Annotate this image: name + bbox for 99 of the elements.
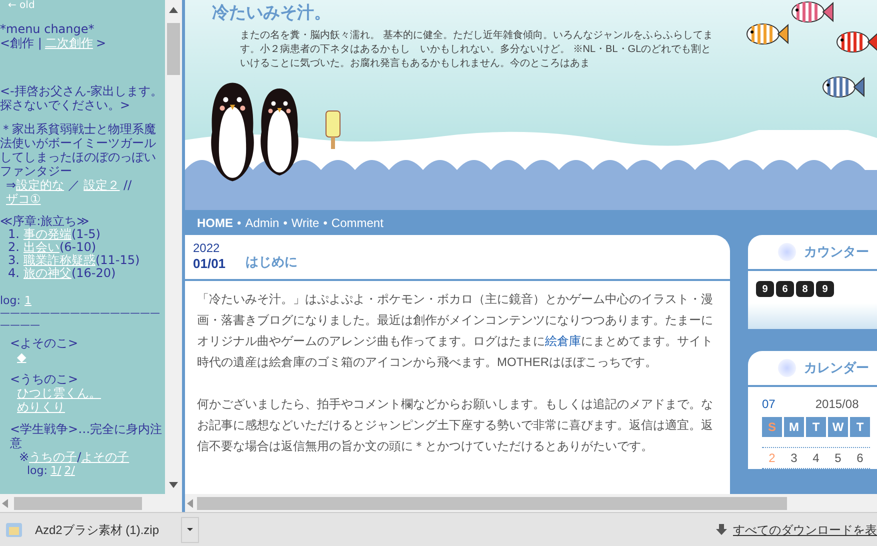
post-paragraph: 「冷たいみそ汁。」はぷよぷよ・ポケモン・ボカロ（主に鏡音）とかゲーム中心のイラスト・漫画・落書きブログになりました。最近は創作がメインコンテンツになりつつあります。たまーにオリジナル曲やゲームのアレンジ曲も作ってます。ログはたまに絵倉庫にまとめてます。サイト時代の遺産は絵倉庫のゴミ箱のアイコンから飛べます。MOTHERはほぼこっちです。 xyxy=(197,291,714,371)
calendar-month: 2015/08 xyxy=(815,396,859,413)
scrollbar-thumb[interactable] xyxy=(167,23,180,75)
card-title: カレンダー xyxy=(804,359,869,378)
vertical-scrollbar[interactable] xyxy=(165,0,182,494)
counter-digit: 9 xyxy=(816,281,834,297)
character-link[interactable]: うちの子 xyxy=(29,450,78,464)
horizontal-scrollbar[interactable] xyxy=(0,494,182,512)
nav-separator: • xyxy=(283,214,288,232)
blog-title[interactable]: 冷たいみそ汁。 xyxy=(212,1,877,25)
post-paragraph: 何かございましたら、拍手やコメント欄などからお願いします。もしくは追記のメアドまで。なお記事に感想などいただけるとジャンピング土下座する勢いで非常に喜びます。返信は適宜。返信不要な場合は返信無用の旨か文の頭に＊とかつけていただけるとありがたいです。 xyxy=(197,396,714,455)
log-link[interactable]: 1 xyxy=(24,294,32,308)
nav-link[interactable]: Comment xyxy=(331,214,384,232)
fish-drawing xyxy=(835,30,877,54)
log-link[interactable]: 1/ xyxy=(50,464,62,478)
bubble-icon xyxy=(778,243,796,261)
nav-link[interactable]: Write xyxy=(291,214,320,232)
episode-range: (1-5) xyxy=(71,228,100,241)
episode-number: 4. xyxy=(8,267,20,280)
episode-range: (11-15) xyxy=(95,254,140,267)
nav-link[interactable]: HOME xyxy=(197,214,233,232)
counter-digit: 8 xyxy=(796,281,814,297)
weekday-label: W xyxy=(832,419,844,436)
calendar-day[interactable]: 6 xyxy=(850,450,870,466)
fish-drawing xyxy=(821,75,865,99)
nav-separator: • xyxy=(237,214,242,232)
download-icon xyxy=(716,524,727,535)
episode-link[interactable]: 出会い xyxy=(23,241,60,254)
separator-text: ／ xyxy=(66,178,81,192)
show-all-downloads-link[interactable]: すべてのダウンロードを表 xyxy=(733,520,877,538)
scroll-left-icon[interactable] xyxy=(187,498,193,508)
section-heading: <よそのこ> xyxy=(9,336,80,350)
weekday-label: T xyxy=(856,419,864,436)
others-link[interactable]: ◆ xyxy=(17,350,26,364)
scrollbar-thumb[interactable] xyxy=(14,496,142,510)
weekday-label: M xyxy=(789,419,799,436)
post-date: 01/01 xyxy=(193,256,226,271)
log-label: log: xyxy=(27,464,48,478)
counter-digit: 6 xyxy=(776,281,794,297)
chapter-title: ≪序章:旅立ち≫ xyxy=(0,214,90,228)
log-label: log: xyxy=(0,294,20,308)
episode-number: 2. xyxy=(8,241,20,254)
card-title: カウンター xyxy=(804,243,869,262)
character-link[interactable]: ひつじ雲くん。 xyxy=(17,386,101,400)
old-link[interactable]: ← old xyxy=(0,0,165,12)
calendar-day[interactable]: 4 xyxy=(806,450,826,466)
calendar-day[interactable]: 5 xyxy=(828,450,848,466)
caret-icon xyxy=(187,528,193,531)
calendar-day[interactable]: 2 xyxy=(762,450,782,466)
settings-link[interactable]: ザコ① xyxy=(6,192,41,206)
post-title[interactable]: はじめに xyxy=(246,252,298,271)
bubble-icon xyxy=(778,359,796,377)
episode-number: 1. xyxy=(8,228,20,241)
scroll-down-icon[interactable] xyxy=(169,482,178,488)
scrollbar-thumb[interactable] xyxy=(197,496,787,510)
log-link[interactable]: 2/ xyxy=(64,464,75,478)
popsicle-icon xyxy=(325,110,341,150)
settings-link[interactable]: 設定２ xyxy=(84,178,120,192)
episode-link[interactable]: 事の発端 xyxy=(23,228,72,241)
bracket-text: > xyxy=(96,36,106,50)
weekday-label: T xyxy=(812,419,820,436)
previous-month-link[interactable]: 07 xyxy=(762,395,776,413)
separator-text: / xyxy=(77,450,82,464)
story-summary: ＊家出系貧弱戦士と物理系魔法使いがボーイミーツガールしてしまったほのぼのっぽいファンタジー xyxy=(0,122,157,178)
post-year: 2022 xyxy=(193,241,221,256)
weekday-label: S xyxy=(768,419,776,436)
episode-link[interactable]: 職業詐称疑惑 xyxy=(23,254,96,267)
fish-drawing xyxy=(745,22,789,46)
settings-link[interactable]: 設定的な xyxy=(16,178,64,192)
menu-change-text: *menu change* xyxy=(0,22,96,36)
arrow-text: ⇒ xyxy=(6,178,16,192)
download-item[interactable]: Azd2ブラシ素材 (1).zip xyxy=(0,513,181,546)
episode-range: (6-10) xyxy=(59,241,96,254)
separator-text: // xyxy=(122,178,132,192)
episode-range: (16-20) xyxy=(71,267,116,280)
nav-separator: • xyxy=(323,214,328,232)
note-mark: ※ xyxy=(19,450,30,464)
counter-digit: 9 xyxy=(756,281,774,297)
story-title: <-拝啓お父さん-家出します。探さないでください。> xyxy=(0,84,164,112)
character-link[interactable]: よその子 xyxy=(81,450,130,464)
scroll-left-icon[interactable] xyxy=(2,498,8,508)
zip-file-icon xyxy=(5,520,23,538)
calendar-day[interactable]: 3 xyxy=(784,450,804,466)
scroll-up-icon[interactable] xyxy=(169,7,178,13)
divider-text: ———————————————————— xyxy=(0,308,161,332)
nav-link[interactable]: Admin xyxy=(245,214,280,232)
download-filename: Azd2ブラシ素材 (1).zip xyxy=(35,522,160,538)
download-menu-button[interactable] xyxy=(181,516,199,542)
blog-description: またの名を糞・脳内飫々濡れ。 基本的に健全。ただし近年雑食傾向。いろんなジャンルをふらふらしてます。小２病患者の下ネタはあるかもし いかもしれない。多分ないけど。 ※NL・BL・GLのどれでも割といけることに気づいた。お腐れ発言もあるかもしれません。今のところはあま xyxy=(240,29,714,71)
genre-link[interactable]: 二次創作 xyxy=(44,36,93,50)
episode-number: 3. xyxy=(8,254,20,267)
fish-drawing xyxy=(790,0,834,24)
gallery-link[interactable]: 絵倉庫 xyxy=(545,334,581,348)
genre-text: <創作 | xyxy=(0,36,42,50)
episode-link[interactable]: 旅の神父 xyxy=(23,267,72,280)
horizontal-scrollbar[interactable] xyxy=(185,494,877,512)
character-link[interactable]: めりくり xyxy=(17,400,65,414)
section-heading: <うちのこ> xyxy=(9,372,80,386)
section-heading: <学生戦争>…完全に身内注意 xyxy=(9,422,164,450)
